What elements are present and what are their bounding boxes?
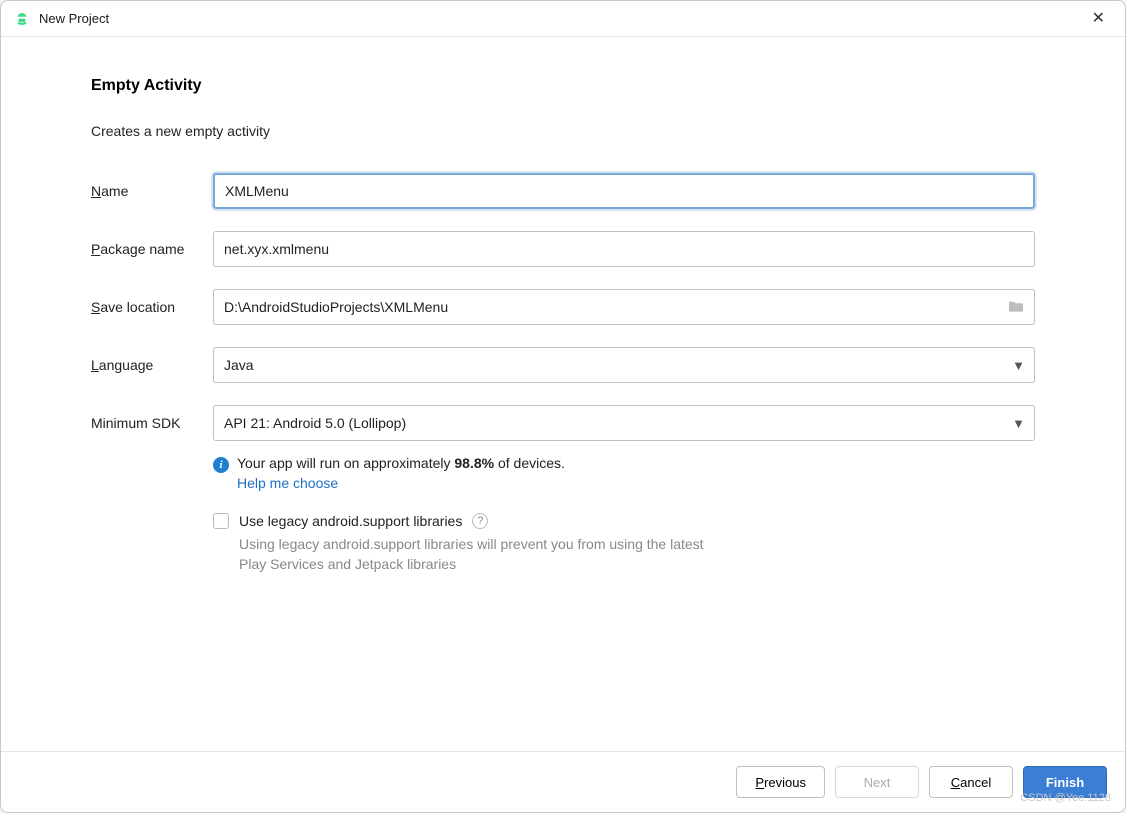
- label-language: Language: [91, 357, 213, 373]
- coverage-text: Your app will run on approximately 98.8%…: [237, 455, 565, 471]
- legacy-note: Using legacy android.support libraries w…: [239, 535, 719, 574]
- package-input[interactable]: [213, 231, 1035, 267]
- browse-folder-icon[interactable]: [1007, 299, 1025, 316]
- row-package: Package name: [91, 231, 1035, 267]
- dialog-footer: Previous Next Cancel Finish: [1, 751, 1125, 812]
- row-language: Language Java ▼: [91, 347, 1035, 383]
- save-location-input[interactable]: [213, 289, 1035, 325]
- legacy-checkbox-label: Use legacy android.support libraries: [239, 513, 462, 529]
- window-title: New Project: [39, 11, 109, 26]
- row-min-sdk: Minimum SDK API 21: Android 5.0 (Lollipo…: [91, 405, 1035, 441]
- name-input[interactable]: [213, 173, 1035, 209]
- info-icon: i: [213, 457, 229, 473]
- help-me-choose-link[interactable]: Help me choose: [237, 475, 565, 491]
- row-save-location: Save location: [91, 289, 1035, 325]
- language-select[interactable]: Java: [213, 347, 1035, 383]
- label-name: Name: [91, 183, 213, 199]
- help-icon[interactable]: ?: [472, 513, 488, 529]
- page-subtitle: Creates a new empty activity: [91, 123, 1035, 139]
- label-save-location: Save location: [91, 299, 213, 315]
- dialog-content: Empty Activity Creates a new empty activ…: [1, 37, 1125, 751]
- legacy-checkbox-row: Use legacy android.support libraries ?: [213, 513, 1035, 529]
- legacy-support-checkbox[interactable]: [213, 513, 229, 529]
- min-sdk-select[interactable]: API 21: Android 5.0 (Lollipop): [213, 405, 1035, 441]
- close-icon[interactable]: ✕: [1084, 7, 1113, 31]
- label-min-sdk: Minimum SDK: [91, 415, 213, 431]
- min-sdk-value: API 21: Android 5.0 (Lollipop): [224, 415, 406, 431]
- finish-button[interactable]: Finish: [1023, 766, 1107, 798]
- new-project-dialog: New Project ✕ Empty Activity Creates a n…: [0, 0, 1126, 813]
- device-coverage-info: i Your app will run on approximately 98.…: [213, 455, 1035, 491]
- titlebar: New Project ✕: [1, 1, 1125, 37]
- cancel-button[interactable]: Cancel: [929, 766, 1013, 798]
- language-value: Java: [224, 357, 254, 373]
- label-package: Package name: [91, 241, 213, 257]
- row-name: Name: [91, 173, 1035, 209]
- page-heading: Empty Activity: [91, 77, 1035, 95]
- android-studio-icon: [13, 10, 31, 28]
- next-button: Next: [835, 766, 919, 798]
- previous-button[interactable]: Previous: [736, 766, 825, 798]
